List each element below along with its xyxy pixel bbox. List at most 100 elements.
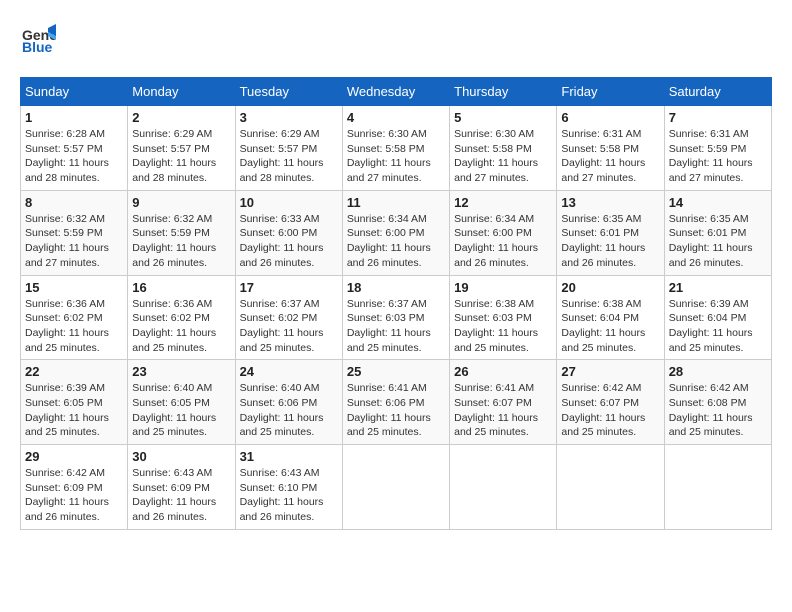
day-info: Sunrise: 6:41 AM Sunset: 6:07 PM Dayligh…	[454, 381, 552, 440]
calendar-cell: 27 Sunrise: 6:42 AM Sunset: 6:07 PM Dayli…	[557, 360, 664, 445]
day-number: 26	[454, 364, 552, 379]
calendar-cell: 24 Sunrise: 6:40 AM Sunset: 6:06 PM Dayli…	[235, 360, 342, 445]
logo: General Blue	[20, 20, 56, 67]
calendar-header-row: SundayMondayTuesdayWednesdayThursdayFrid…	[21, 78, 772, 106]
day-number: 2	[132, 110, 230, 125]
calendar-cell: 25 Sunrise: 6:41 AM Sunset: 6:06 PM Dayli…	[342, 360, 449, 445]
svg-text:Blue: Blue	[22, 39, 53, 55]
day-number: 24	[240, 364, 338, 379]
calendar-cell: 22 Sunrise: 6:39 AM Sunset: 6:05 PM Dayli…	[21, 360, 128, 445]
weekday-header-wednesday: Wednesday	[342, 78, 449, 106]
day-number: 7	[669, 110, 767, 125]
logo-icon: General Blue	[20, 20, 56, 56]
weekday-header-thursday: Thursday	[450, 78, 557, 106]
calendar-cell	[342, 445, 449, 530]
weekday-header-monday: Monday	[128, 78, 235, 106]
calendar-week-5: 29Sunrise: 6:42 AM Sunset: 6:09 PM Dayli…	[21, 445, 772, 530]
day-number: 11	[347, 195, 445, 210]
day-info: Sunrise: 6:31 AM Sunset: 5:59 PM Dayligh…	[669, 127, 767, 186]
day-number: 8	[25, 195, 123, 210]
day-number: 14	[669, 195, 767, 210]
calendar-cell: 8Sunrise: 6:32 AM Sunset: 5:59 PM Daylig…	[21, 190, 128, 275]
day-number: 9	[132, 195, 230, 210]
day-number: 21	[669, 280, 767, 295]
calendar-cell: 4 Sunrise: 6:30 AM Sunset: 5:58 PM Daylig…	[342, 106, 449, 191]
day-info: Sunrise: 6:34 AM Sunset: 6:00 PM Dayligh…	[347, 212, 445, 271]
day-info: Sunrise: 6:43 AM Sunset: 6:09 PM Dayligh…	[132, 466, 230, 525]
calendar-cell: 12 Sunrise: 6:34 AM Sunset: 6:00 PM Dayli…	[450, 190, 557, 275]
day-number: 30	[132, 449, 230, 464]
day-info: Sunrise: 6:39 AM Sunset: 6:05 PM Dayligh…	[25, 381, 123, 440]
day-info: Sunrise: 6:39 AM Sunset: 6:04 PM Dayligh…	[669, 297, 767, 356]
calendar-cell: 9 Sunrise: 6:32 AM Sunset: 5:59 PM Daylig…	[128, 190, 235, 275]
calendar-cell: 15 Sunrise: 6:36 AM Sunset: 6:02 PM Dayli…	[21, 275, 128, 360]
calendar-cell: 13Sunrise: 6:35 AM Sunset: 6:01 PM Dayli…	[557, 190, 664, 275]
day-info: Sunrise: 6:37 AM Sunset: 6:02 PM Dayligh…	[240, 297, 338, 356]
day-info: Sunrise: 6:31 AM Sunset: 5:58 PM Dayligh…	[561, 127, 659, 186]
day-info: Sunrise: 6:37 AM Sunset: 6:03 PM Dayligh…	[347, 297, 445, 356]
day-number: 27	[561, 364, 659, 379]
day-info: Sunrise: 6:29 AM Sunset: 5:57 PM Dayligh…	[240, 127, 338, 186]
day-info: Sunrise: 6:36 AM Sunset: 6:02 PM Dayligh…	[25, 297, 123, 356]
day-number: 3	[240, 110, 338, 125]
day-info: Sunrise: 6:42 AM Sunset: 6:07 PM Dayligh…	[561, 381, 659, 440]
day-info: Sunrise: 6:34 AM Sunset: 6:00 PM Dayligh…	[454, 212, 552, 271]
day-info: Sunrise: 6:29 AM Sunset: 5:57 PM Dayligh…	[132, 127, 230, 186]
calendar-cell: 19 Sunrise: 6:38 AM Sunset: 6:03 PM Dayli…	[450, 275, 557, 360]
day-info: Sunrise: 6:30 AM Sunset: 5:58 PM Dayligh…	[347, 127, 445, 186]
calendar-cell: 28 Sunrise: 6:42 AM Sunset: 6:08 PM Dayli…	[664, 360, 771, 445]
calendar-cell	[557, 445, 664, 530]
weekday-header-saturday: Saturday	[664, 78, 771, 106]
calendar-cell: 14 Sunrise: 6:35 AM Sunset: 6:01 PM Dayli…	[664, 190, 771, 275]
weekday-header-tuesday: Tuesday	[235, 78, 342, 106]
day-info: Sunrise: 6:40 AM Sunset: 6:06 PM Dayligh…	[240, 381, 338, 440]
calendar-cell: 31 Sunrise: 6:43 AM Sunset: 6:10 PM Dayli…	[235, 445, 342, 530]
day-number: 1	[25, 110, 123, 125]
day-number: 15	[25, 280, 123, 295]
calendar-cell: 26 Sunrise: 6:41 AM Sunset: 6:07 PM Dayli…	[450, 360, 557, 445]
day-info: Sunrise: 6:43 AM Sunset: 6:10 PM Dayligh…	[240, 466, 338, 525]
day-info: Sunrise: 6:35 AM Sunset: 6:01 PM Dayligh…	[669, 212, 767, 271]
calendar-cell: 23Sunrise: 6:40 AM Sunset: 6:05 PM Dayli…	[128, 360, 235, 445]
calendar-cell: 30 Sunrise: 6:43 AM Sunset: 6:09 PM Dayli…	[128, 445, 235, 530]
calendar-cell: 6 Sunrise: 6:31 AM Sunset: 5:58 PM Daylig…	[557, 106, 664, 191]
day-info: Sunrise: 6:38 AM Sunset: 6:03 PM Dayligh…	[454, 297, 552, 356]
day-number: 22	[25, 364, 123, 379]
day-number: 31	[240, 449, 338, 464]
day-number: 6	[561, 110, 659, 125]
calendar-cell: 11 Sunrise: 6:34 AM Sunset: 6:00 PM Dayli…	[342, 190, 449, 275]
day-number: 23	[132, 364, 230, 379]
weekday-header-sunday: Sunday	[21, 78, 128, 106]
calendar-cell	[664, 445, 771, 530]
calendar-cell: 16 Sunrise: 6:36 AM Sunset: 6:02 PM Dayli…	[128, 275, 235, 360]
calendar-cell: 10Sunrise: 6:33 AM Sunset: 6:00 PM Dayli…	[235, 190, 342, 275]
calendar-week-3: 15 Sunrise: 6:36 AM Sunset: 6:02 PM Dayli…	[21, 275, 772, 360]
calendar-week-4: 22 Sunrise: 6:39 AM Sunset: 6:05 PM Dayli…	[21, 360, 772, 445]
calendar-cell	[450, 445, 557, 530]
weekday-header-friday: Friday	[557, 78, 664, 106]
day-info: Sunrise: 6:28 AM Sunset: 5:57 PM Dayligh…	[25, 127, 123, 186]
calendar-cell: 18 Sunrise: 6:37 AM Sunset: 6:03 PM Dayli…	[342, 275, 449, 360]
day-number: 18	[347, 280, 445, 295]
day-number: 28	[669, 364, 767, 379]
day-info: Sunrise: 6:35 AM Sunset: 6:01 PM Dayligh…	[561, 212, 659, 271]
day-number: 5	[454, 110, 552, 125]
day-number: 25	[347, 364, 445, 379]
day-number: 4	[347, 110, 445, 125]
day-info: Sunrise: 6:36 AM Sunset: 6:02 PM Dayligh…	[132, 297, 230, 356]
day-number: 10	[240, 195, 338, 210]
calendar-table: SundayMondayTuesdayWednesdayThursdayFrid…	[20, 77, 772, 530]
calendar-cell: 21 Sunrise: 6:39 AM Sunset: 6:04 PM Dayli…	[664, 275, 771, 360]
day-info: Sunrise: 6:30 AM Sunset: 5:58 PM Dayligh…	[454, 127, 552, 186]
calendar-cell: 29Sunrise: 6:42 AM Sunset: 6:09 PM Dayli…	[21, 445, 128, 530]
day-info: Sunrise: 6:42 AM Sunset: 6:08 PM Dayligh…	[669, 381, 767, 440]
calendar-cell: 1 Sunrise: 6:28 AM Sunset: 5:57 PM Daylig…	[21, 106, 128, 191]
day-number: 19	[454, 280, 552, 295]
calendar-cell: 3 Sunrise: 6:29 AM Sunset: 5:57 PM Daylig…	[235, 106, 342, 191]
day-number: 12	[454, 195, 552, 210]
page-header: General Blue	[20, 20, 772, 67]
day-number: 16	[132, 280, 230, 295]
day-info: Sunrise: 6:41 AM Sunset: 6:06 PM Dayligh…	[347, 381, 445, 440]
calendar-cell: 7 Sunrise: 6:31 AM Sunset: 5:59 PM Daylig…	[664, 106, 771, 191]
day-info: Sunrise: 6:32 AM Sunset: 5:59 PM Dayligh…	[132, 212, 230, 271]
